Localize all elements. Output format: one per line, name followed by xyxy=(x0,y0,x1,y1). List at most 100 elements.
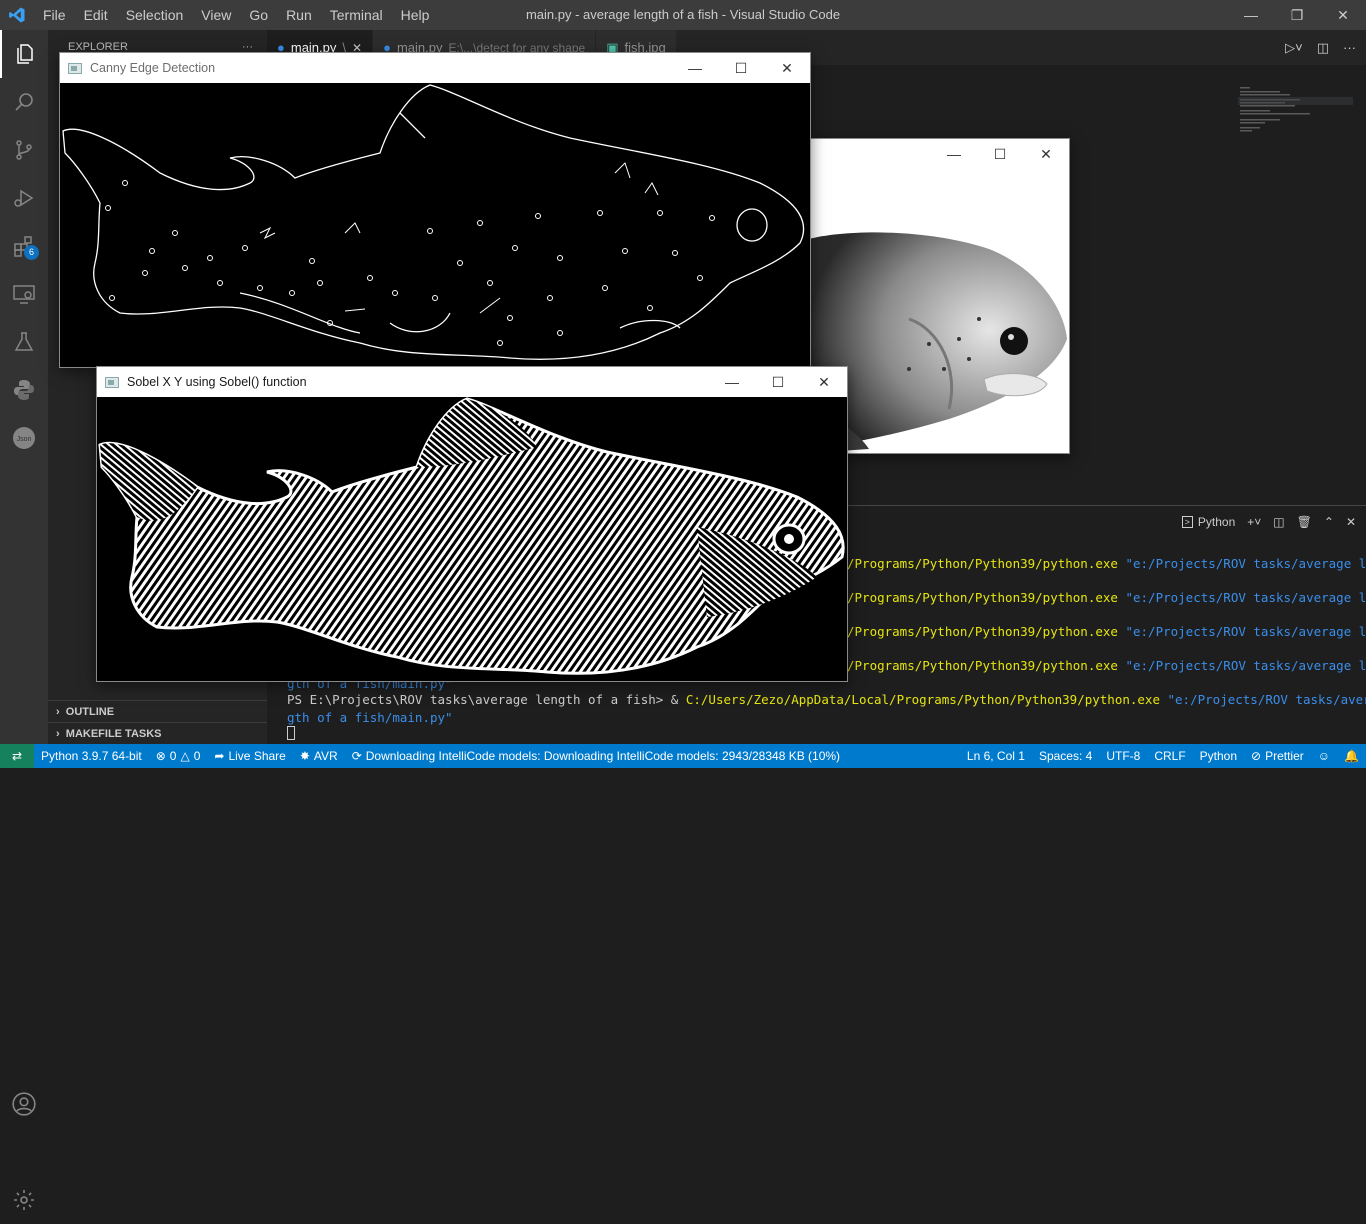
terminal-cmd: /Programs/Python/Python39/python.exe xyxy=(847,556,1118,571)
svg-text:Json: Json xyxy=(17,436,32,443)
source-control-icon[interactable] xyxy=(0,126,48,174)
menu-terminal[interactable]: Terminal xyxy=(321,0,392,30)
error-icon: ⊗ xyxy=(155,749,166,763)
cursor-position[interactable]: Ln 6, Col 1 xyxy=(960,749,1032,763)
window-app-icon xyxy=(68,62,82,74)
minimize-button[interactable]: — xyxy=(931,139,977,169)
minimize-button[interactable]: — xyxy=(1228,0,1274,30)
terminal-cmd: /Programs/Python/Python39/python.exe xyxy=(847,624,1118,639)
window-titlebar: Sobel X Y using Sobel() function — ☐ ✕ xyxy=(97,367,847,397)
problems-indicator[interactable]: ⊗ 0 △ 0 xyxy=(149,749,208,763)
terminal-cmd: /Programs/Python/Python39/python.exe xyxy=(847,590,1118,605)
makefile-tasks-label: MAKEFILE TASKS xyxy=(65,728,162,740)
extensions-icon[interactable]: 6 xyxy=(0,222,48,270)
minimize-button[interactable]: — xyxy=(672,53,718,83)
canny-edge-image xyxy=(60,83,810,367)
terminal-arg: "e:/Projects/ROV tasks/average len xyxy=(1117,556,1366,571)
python-icon[interactable] xyxy=(0,366,48,414)
live-share-label: Live Share xyxy=(228,749,286,763)
window-title: Sobel X Y using Sobel() function xyxy=(127,375,307,389)
broadcast-icon: ✸ xyxy=(299,749,310,763)
prettier-label: Prettier xyxy=(1265,749,1304,763)
notifications-bell-icon[interactable]: 🔔 xyxy=(1337,749,1366,763)
python-interpreter[interactable]: Python 3.9.7 64-bit xyxy=(34,749,149,763)
indentation[interactable]: Spaces: 4 xyxy=(1032,749,1099,763)
close-panel-icon[interactable]: ✕ xyxy=(1346,515,1356,529)
minimize-button[interactable]: — xyxy=(709,367,755,397)
live-share-button[interactable]: ➦ Live Share xyxy=(207,749,292,763)
kill-terminal-icon[interactable]: 🗑 xyxy=(1297,515,1312,529)
terminal-cmd: /Programs/Python/Python39/python.exe xyxy=(847,658,1118,673)
split-editor-icon[interactable]: ◫ xyxy=(1317,40,1329,56)
prettier-button[interactable]: ⊘ Prettier xyxy=(1244,749,1311,763)
language-mode[interactable]: Python xyxy=(1193,749,1244,763)
maximize-button[interactable]: ☐ xyxy=(718,53,764,83)
intellicode-label: Downloading IntelliCode models: Download… xyxy=(365,749,841,763)
account-icon[interactable] xyxy=(0,1080,48,1128)
json-icon[interactable]: Json xyxy=(0,414,48,462)
outline-label: OUTLINE xyxy=(65,706,115,718)
prettier-icon: ⊘ xyxy=(1251,749,1262,763)
run-debug-icon[interactable] xyxy=(0,174,48,222)
terminal-shell-label: Python xyxy=(1197,515,1236,529)
activity-bar: 6 Json xyxy=(0,30,48,1210)
maximize-button[interactable]: ☐ xyxy=(755,367,801,397)
testing-icon[interactable] xyxy=(0,318,48,366)
menu-go[interactable]: Go xyxy=(240,0,277,30)
terminal-arg: "e:/Projects/ROV tasks/average len xyxy=(1117,658,1366,673)
split-terminal-icon[interactable]: ◫ xyxy=(1273,515,1284,529)
avr-label: AVR xyxy=(313,749,338,763)
run-icon[interactable]: ▷˅ xyxy=(1285,40,1303,56)
close-button[interactable]: ✕ xyxy=(801,367,847,397)
terminal-arg: "e:/Projects/ROV tasks/average len xyxy=(1167,692,1366,707)
outline-section[interactable]: › OUTLINE xyxy=(48,700,267,722)
settings-gear-icon[interactable] xyxy=(0,1176,48,1224)
search-icon[interactable] xyxy=(0,78,48,126)
menu-file[interactable]: File xyxy=(34,0,75,30)
warning-icon: △ xyxy=(180,749,190,763)
window-titlebar: Canny Edge Detection — ☐ ✕ xyxy=(60,53,810,83)
sobel-xy-image xyxy=(97,397,847,681)
terminal-icon: > xyxy=(1181,516,1193,528)
remote-indicator-icon[interactable]: ⇄ xyxy=(0,744,34,768)
menu-bar: File Edit Selection View Go Run Terminal… xyxy=(34,0,438,30)
remote-explorer-icon[interactable] xyxy=(0,270,48,318)
editor-actions: ▷˅ ◫ ··· xyxy=(1285,30,1356,65)
menu-selection[interactable]: Selection xyxy=(117,0,193,30)
close-button[interactable]: ✕ xyxy=(764,53,810,83)
terminal-shell-selector[interactable]: > Python xyxy=(1181,515,1236,529)
menu-help[interactable]: Help xyxy=(392,0,439,30)
fish-photo xyxy=(809,169,1069,453)
encoding[interactable]: UTF-8 xyxy=(1099,749,1147,763)
new-terminal-icon[interactable]: +˅ xyxy=(1247,515,1261,529)
explorer-icon[interactable] xyxy=(0,30,48,78)
menu-edit[interactable]: Edit xyxy=(75,0,117,30)
more-actions-icon[interactable]: ··· xyxy=(1343,40,1356,55)
menu-view[interactable]: View xyxy=(192,0,240,30)
terminal-wrap-line: gth of a fish/main.py" xyxy=(287,710,453,725)
minimap[interactable] xyxy=(1238,85,1353,145)
panel-actions: > Python +˅ ◫ 🗑 ⌃ ✕ xyxy=(1181,510,1356,534)
maximize-panel-icon[interactable]: ⌃ xyxy=(1324,515,1334,529)
feedback-icon[interactable]: ☺ xyxy=(1311,749,1337,763)
terminal-cursor xyxy=(287,726,295,743)
chevron-right-icon: › xyxy=(56,706,66,718)
menu-run[interactable]: Run xyxy=(277,0,321,30)
close-button[interactable]: ✕ xyxy=(1320,0,1366,30)
live-share-icon: ➦ xyxy=(214,749,225,763)
intellicode-status[interactable]: ⟳ Downloading IntelliCode models: Downloa… xyxy=(345,749,847,763)
sobel-xy-window[interactable]: Sobel X Y using Sobel() function — ☐ ✕ xyxy=(96,366,848,682)
extensions-badge: 6 xyxy=(24,245,39,260)
end-of-line[interactable]: CRLF xyxy=(1147,749,1192,763)
makefile-tasks-section[interactable]: › MAKEFILE TASKS xyxy=(48,722,267,744)
terminal-arg: "e:/Projects/ROV tasks/average len xyxy=(1117,590,1366,605)
restore-button[interactable]: ❐ xyxy=(1274,0,1320,30)
close-button[interactable]: ✕ xyxy=(1023,139,1069,169)
avr-button[interactable]: ✸ AVR xyxy=(293,749,345,763)
warning-count: 0 xyxy=(193,749,201,763)
terminal-prompt: PS E:\Projects\ROV tasks\average length … xyxy=(287,692,686,707)
error-count: 0 xyxy=(169,749,177,763)
canny-edge-window[interactable]: Canny Edge Detection — ☐ ✕ xyxy=(59,52,811,368)
window-title: Canny Edge Detection xyxy=(90,61,216,75)
maximize-button[interactable]: ☐ xyxy=(977,139,1023,169)
